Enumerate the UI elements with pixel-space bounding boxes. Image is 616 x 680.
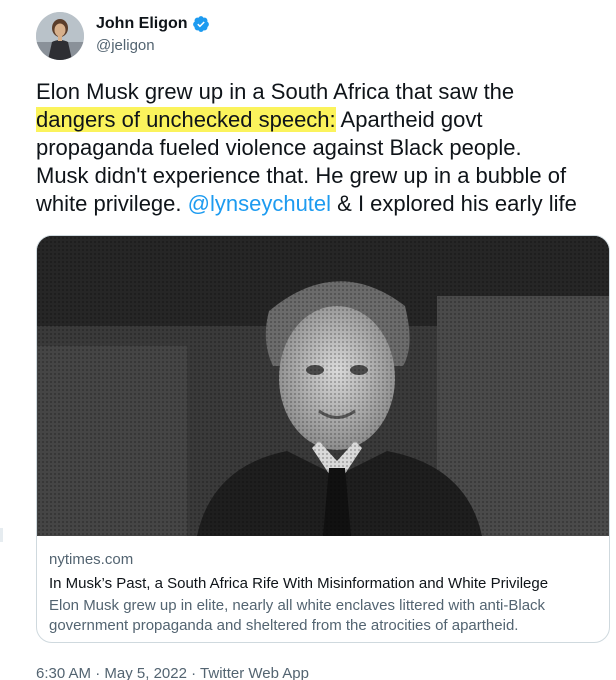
display-name[interactable]: John Eligon [96,14,188,34]
tweet-line-2-rest: Apartheid govt [335,107,483,132]
tweet-line-3: propaganda fueled violence against Black… [36,135,522,160]
tweet-text: Elon Musk grew up in a South Africa that… [36,78,616,218]
tweet: John Eligon @jeligon Elon Musk grew up i… [0,0,616,680]
tweet-line-5-start: white privilege. [36,191,188,216]
handle[interactable]: @jeligon [96,36,210,56]
name-row: John Eligon [96,14,210,34]
tweet-line-5: white privilege. @lynseychutel & I explo… [36,190,616,218]
tweet-line-2: dangers of unchecked speech: Apartheid g… [36,106,616,134]
tweet-date[interactable]: May 5, 2022 [104,665,187,680]
tweet-time[interactable]: 6:30 AM [36,665,91,680]
mention-link[interactable]: @lynseychutel [188,191,331,216]
avatar[interactable] [36,12,84,60]
card-domain: nytimes.com [49,551,134,568]
left-edge-mark [0,528,3,542]
meta-separator: · [95,665,101,680]
verified-badge-icon [192,16,209,32]
tweet-line-5-end: & I explored his early life [331,191,577,216]
tweet-source[interactable]: Twitter Web App [200,665,309,680]
meta-separator: · [191,665,197,680]
highlighted-phrase: dangers of unchecked speech: [36,107,336,132]
card-meta: nytimes.com In Musk’s Past, a South Afri… [49,550,601,636]
author-block: John Eligon @jeligon [96,14,210,56]
avatar-image [36,12,84,60]
card-title[interactable]: In Musk’s Past, a South Africa Rife With… [49,574,601,594]
link-card[interactable]: nytimes.com In Musk’s Past, a South Afri… [36,235,610,643]
tweet-timestamp: 6:30 AM · May 5, 2022 · Twitter Web App [36,664,309,680]
card-description: Elon Musk grew up in elite, nearly all w… [49,597,546,634]
tweet-line-4: Musk didn't experience that. He grew up … [36,163,567,188]
card-photo [37,236,609,536]
card-image[interactable] [37,236,609,536]
tweet-line-1: Elon Musk grew up in a South Africa that… [36,79,515,104]
